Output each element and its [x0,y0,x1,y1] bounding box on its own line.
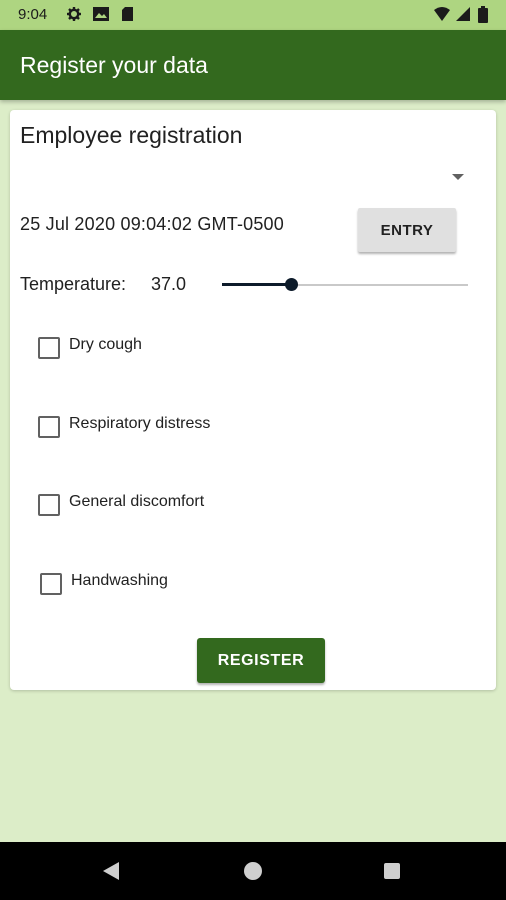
slider-fill [222,283,291,286]
form-title: Employee registration [20,122,243,148]
home-icon[interactable] [244,862,262,880]
wifi-icon [434,7,450,21]
slider-thumb[interactable] [285,278,298,291]
dropdown-arrow-icon [452,174,464,180]
register-button[interactable]: REGISTER [197,638,325,683]
employee-dropdown[interactable] [20,160,480,194]
respiratory-distress-checkbox[interactable] [38,416,60,438]
app-bar: Register your data [0,30,506,100]
temperature-value: 37.0 [151,274,187,294]
app-title: Register your data [20,52,208,78]
temperature-slider[interactable] [222,274,468,298]
entry-datetime: 25 Jul 2020 09:04:02 GMT-0500 [20,214,284,234]
entry-button[interactable]: ENTRY [358,208,456,252]
status-bar: 9:04 [0,0,506,30]
signal-icon [456,7,470,21]
general-discomfort-checkbox[interactable] [38,494,60,516]
handwashing-label: Handwashing [71,572,168,589]
battery-icon [478,6,488,23]
dry-cough-checkbox[interactable] [38,337,60,359]
temperature-label: Temperature: [20,274,127,294]
general-discomfort-label: General discomfort [69,493,205,510]
sd-card-icon [122,7,133,21]
recents-icon[interactable] [384,863,400,879]
gear-icon [67,7,81,21]
status-time: 9:04 [18,6,48,23]
handwashing-checkbox[interactable] [40,573,62,595]
navigation-bar [0,842,506,900]
registration-card: Employee registration 25 Jul 2020 09:04:… [10,110,496,690]
respiratory-distress-label: Respiratory distress [69,415,211,432]
dry-cough-label: Dry cough [69,336,142,353]
back-icon[interactable] [103,862,119,880]
image-icon [93,7,109,21]
